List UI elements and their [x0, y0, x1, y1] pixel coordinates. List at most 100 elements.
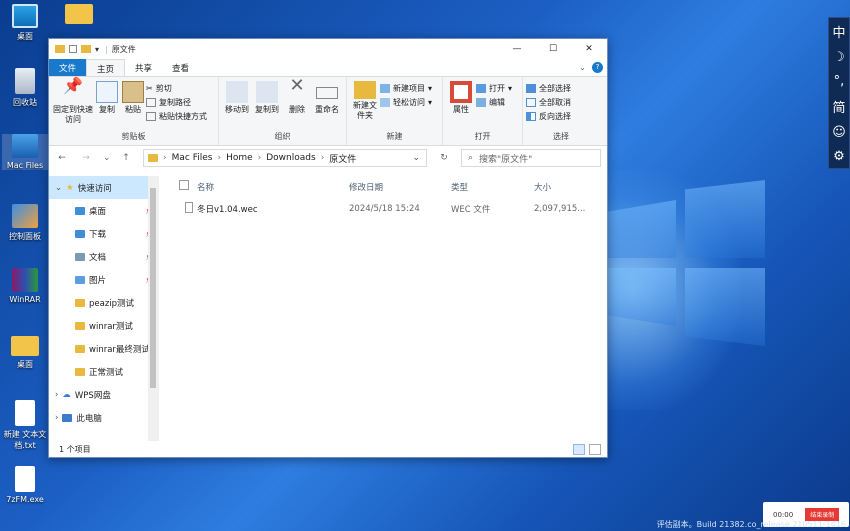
- search-input[interactable]: ⌕ 搜索"原文件": [461, 149, 601, 167]
- new-item-button[interactable]: 新建项目 ▾: [380, 83, 432, 94]
- file-row[interactable]: 冬日v1.04.wec 2024/5/18 15:24 WEC 文件 2,097…: [159, 198, 607, 220]
- column-name[interactable]: 名称: [187, 181, 349, 193]
- document-icon: [75, 252, 85, 261]
- desktop-icon-7zfm[interactable]: 7zFM.exe: [2, 466, 48, 504]
- monitor-icon: [12, 4, 38, 28]
- chevron-down-icon[interactable]: ⌄: [579, 63, 586, 73]
- cut-button[interactable]: ✂ 剪切: [146, 83, 207, 94]
- help-icon[interactable]: ?: [592, 62, 603, 73]
- smiley-icon[interactable]: ☺: [832, 125, 846, 140]
- paste-shortcut-button[interactable]: 粘贴快捷方式: [146, 111, 207, 122]
- ime-chinese-mode[interactable]: 中: [832, 22, 845, 41]
- easy-access-button[interactable]: 轻松访问 ▾: [380, 97, 432, 108]
- file-name[interactable]: 冬日v1.04.wec: [187, 203, 349, 215]
- nav-item[interactable]: 文档📌: [49, 245, 158, 268]
- copy-icon: [96, 81, 118, 103]
- desktop-icon-folder-desktop[interactable]: 桌面: [2, 336, 48, 370]
- desktop-icon-mac-files[interactable]: Mac Files: [2, 134, 48, 170]
- open-icon: [476, 84, 486, 93]
- forward-arrow-icon[interactable]: →: [79, 153, 93, 163]
- minimize-button[interactable]: —: [499, 44, 535, 54]
- gear-icon[interactable]: ⚙: [833, 149, 845, 164]
- nav-item[interactable]: 桌面📌: [49, 199, 158, 222]
- desktop-icon-winrar[interactable]: WinRAR: [2, 268, 48, 304]
- select-none-button[interactable]: 全部取消: [526, 97, 571, 108]
- address-bar-row: ← → ⌄ ↑ › Mac Files › Home › Downloads ›…: [49, 146, 607, 170]
- nav-label: 此电脑: [76, 413, 102, 424]
- edit-button[interactable]: 编辑: [476, 97, 512, 108]
- back-arrow-icon[interactable]: ←: [55, 153, 69, 163]
- folder-icon: [65, 4, 93, 24]
- desktop-icon-text-file[interactable]: 新建 文本文档.txt: [2, 400, 48, 451]
- column-size[interactable]: 大小: [534, 181, 594, 193]
- close-button[interactable]: ✕: [571, 44, 607, 54]
- rename-icon: [316, 87, 338, 99]
- new-folder-label: 新建文件夹: [353, 101, 377, 120]
- punctuation-mode[interactable]: °,: [834, 74, 845, 89]
- desktop-icon-label: 桌面: [17, 360, 33, 369]
- nav-item[interactable]: 下载📌: [49, 222, 158, 245]
- desktop-icon-control-panel[interactable]: 控制面板: [2, 204, 48, 242]
- tab-home[interactable]: 主页: [86, 59, 126, 76]
- shortcut-icon: [146, 112, 156, 121]
- group-new: 新建文件夹 新建项目 ▾ 轻松访问 ▾ 新建: [347, 77, 443, 145]
- breadcrumb-item[interactable]: Home: [226, 153, 253, 163]
- folder-icon[interactable]: [81, 45, 91, 53]
- breadcrumb-item[interactable]: Mac Files: [172, 153, 213, 163]
- select-all-label: 全部选择: [539, 84, 571, 93]
- file-type: WEC 文件: [451, 205, 491, 215]
- desktop-icon-folder[interactable]: [56, 4, 102, 27]
- group-open: 属性 打开 ▾ 编辑 打开: [443, 77, 523, 145]
- chevron-down-icon[interactable]: ⌄: [103, 153, 111, 163]
- large-icons-view-icon[interactable]: [589, 443, 601, 455]
- tab-view[interactable]: 查看: [162, 59, 199, 76]
- nav-item[interactable]: peazip测试: [49, 291, 158, 314]
- item-count: 1 个项目: [59, 444, 91, 454]
- nav-item[interactable]: 图片📌: [49, 268, 158, 291]
- nav-item[interactable]: winrar最终测试: [49, 337, 158, 360]
- scissors-icon: ✂: [146, 84, 153, 93]
- select-all-icon: [526, 84, 536, 93]
- nav-label: 快速访问: [77, 183, 112, 194]
- address-bar[interactable]: › Mac Files › Home › Downloads › 原文件 ⌄: [143, 149, 427, 167]
- up-arrow-icon[interactable]: ↑: [119, 153, 133, 163]
- easy-access-icon: [380, 98, 390, 107]
- scrollbar-thumb[interactable]: [150, 188, 156, 388]
- title-separator: |: [105, 44, 108, 54]
- explorer-window: ▾ | 原文件 — ☐ ✕ 文件 主页 共享 查看 ⌄ ? 📌 固定到快速访问 …: [48, 38, 608, 458]
- nav-label: 下载: [89, 229, 107, 240]
- refresh-icon[interactable]: ↻: [437, 153, 451, 163]
- file-list: 名称 修改日期 类型 大小 冬日v1.04.wec 2024/5/18 15:2…: [159, 176, 607, 441]
- nav-item[interactable]: 正常测试: [49, 360, 158, 383]
- chevron-down-icon[interactable]: ▾: [95, 45, 99, 54]
- simplified-mode[interactable]: 简: [832, 97, 845, 116]
- moon-icon[interactable]: ☽: [833, 50, 845, 65]
- column-modified[interactable]: 修改日期: [349, 181, 451, 193]
- details-view-icon[interactable]: [573, 443, 585, 455]
- select-all-button[interactable]: 全部选择: [526, 83, 571, 94]
- tab-share[interactable]: 共享: [125, 59, 162, 76]
- desktop-icon-desktop[interactable]: 桌面: [2, 4, 48, 42]
- chevron-down-icon[interactable]: ⌄: [412, 153, 420, 163]
- nav-scrollbar[interactable]: [148, 176, 158, 441]
- nav-wps[interactable]: › ☁ WPS网盘: [49, 383, 158, 406]
- download-icon: [75, 229, 85, 238]
- invert-selection-button[interactable]: 反向选择: [526, 111, 571, 122]
- column-type[interactable]: 类型: [451, 181, 534, 193]
- desktop-icon-recycle-bin[interactable]: 回收站: [2, 68, 48, 108]
- tab-file[interactable]: 文件: [49, 59, 87, 76]
- breadcrumb-item[interactable]: Downloads: [266, 153, 315, 163]
- group-select: 全部选择 全部取消 反向选择 选择: [523, 77, 599, 145]
- open-button[interactable]: 打开 ▾: [476, 83, 512, 94]
- nav-item[interactable]: winrar测试: [49, 314, 158, 337]
- folder-icon: [55, 45, 65, 53]
- breadcrumb-item[interactable]: 原文件: [329, 152, 356, 165]
- desktop-icon-label: WinRAR: [9, 295, 41, 304]
- check-icon[interactable]: [69, 45, 77, 53]
- nav-this-pc[interactable]: › 此电脑: [49, 406, 158, 429]
- maximize-button[interactable]: ☐: [535, 44, 571, 54]
- chevron-right-icon: ›: [163, 153, 167, 163]
- copy-path-button[interactable]: 复制路径: [146, 97, 207, 108]
- nav-quick-access[interactable]: ⌄ ★ 快速访问: [49, 176, 158, 199]
- title-bar[interactable]: ▾ | 原文件 — ☐ ✕: [49, 39, 607, 59]
